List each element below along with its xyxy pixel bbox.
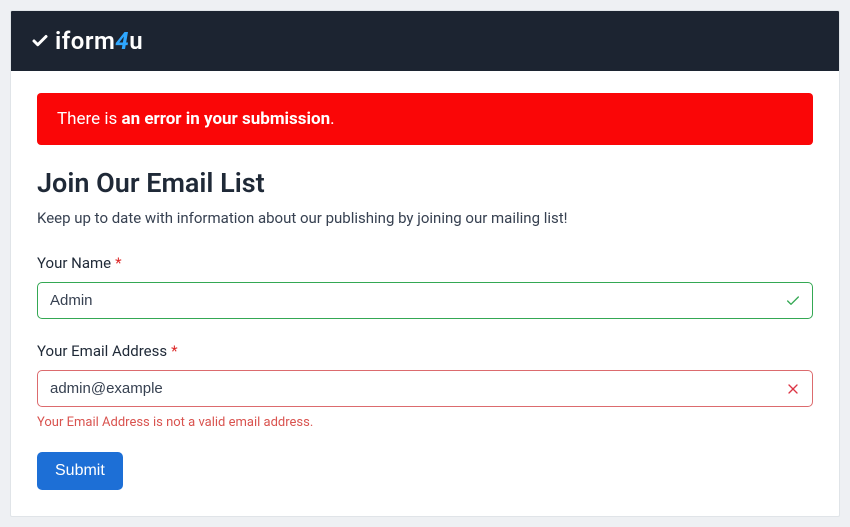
- alert-prefix: There is: [57, 109, 121, 129]
- email-error-message: Your Email Address is not a valid email …: [37, 415, 813, 430]
- invalid-x-icon: [785, 381, 801, 397]
- brand-logo[interactable]: iform4u: [31, 27, 143, 55]
- error-alert: There is an error in your submission.: [37, 93, 813, 145]
- brand-text: iform4u: [55, 27, 143, 55]
- email-label: Your Email Address*: [37, 342, 178, 360]
- name-label: Your Name*: [37, 254, 122, 272]
- alert-strong: an error in your submission: [121, 109, 330, 129]
- page-subtitle: Keep up to date with information about o…: [37, 209, 813, 227]
- submit-button[interactable]: Submit: [37, 452, 123, 490]
- alert-suffix: .: [330, 109, 334, 129]
- content-area: There is an error in your submission. Jo…: [11, 71, 839, 516]
- app-container: iform4u There is an error in your submis…: [10, 10, 840, 517]
- email-label-text: Your Email Address: [37, 342, 167, 360]
- valid-check-icon: [785, 293, 801, 309]
- required-asterisk: *: [115, 254, 121, 272]
- name-input-wrap: [37, 282, 813, 319]
- required-asterisk: *: [171, 342, 177, 360]
- page-title: Join Our Email List: [37, 167, 813, 199]
- name-label-text: Your Name: [37, 254, 111, 272]
- email-input[interactable]: [37, 370, 813, 407]
- email-field-group: Your Email Address* Your Email Address i…: [37, 341, 813, 430]
- check-icon: [31, 32, 49, 50]
- email-input-wrap: [37, 370, 813, 407]
- name-input[interactable]: [37, 282, 813, 319]
- app-header: iform4u: [11, 11, 839, 71]
- name-field-group: Your Name*: [37, 253, 813, 319]
